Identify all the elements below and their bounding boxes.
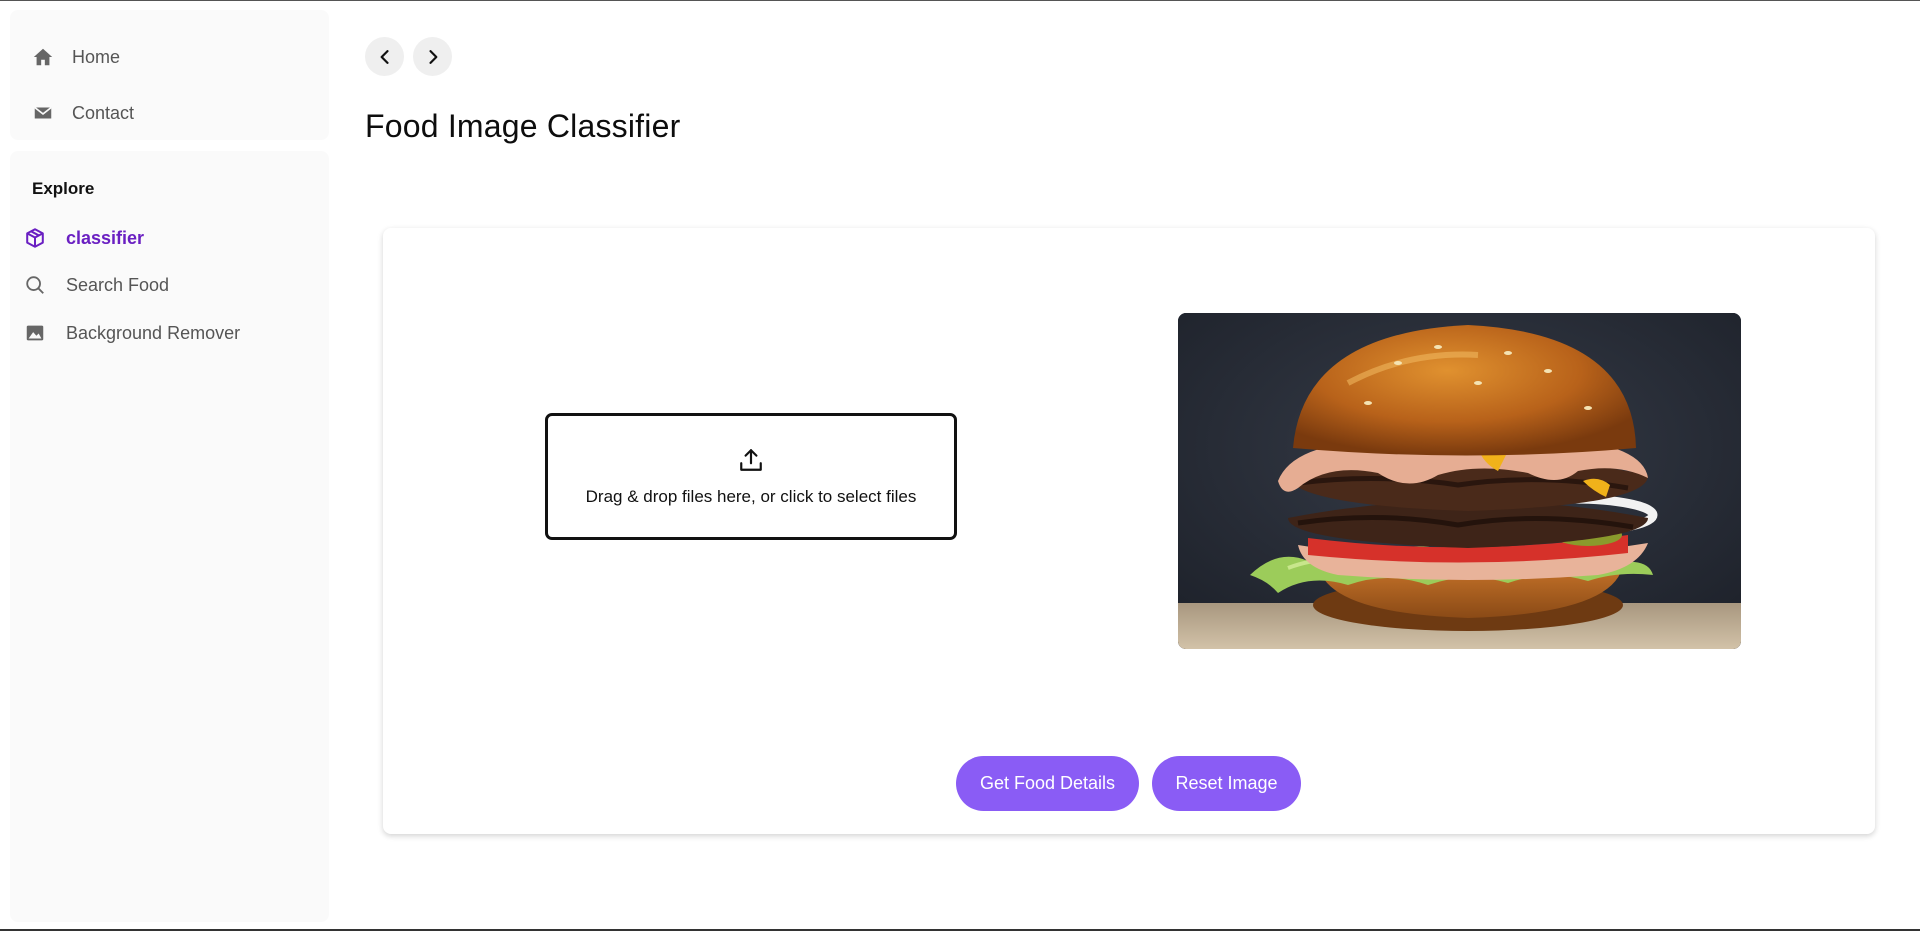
chevron-right-icon (423, 47, 443, 67)
cube-icon (24, 227, 46, 249)
sidebar-item-label: Contact (72, 102, 135, 123)
sidebar-item-label: Background Remover (66, 322, 241, 343)
sidebar-top-panel: Home Contact (10, 10, 329, 140)
forward-button[interactable] (413, 37, 452, 76)
page-title: Food Image Classifier (365, 108, 681, 144)
classifier-card: Drag & drop files here, or click to sele… (383, 228, 1875, 834)
file-dropzone[interactable]: Drag & drop files here, or click to sele… (545, 413, 957, 540)
sidebar-item-background-remover[interactable]: Background Remover (24, 313, 324, 353)
sidebar-explore-panel: Explore classifier Search Food Backgroun… (10, 151, 329, 922)
search-icon (24, 274, 46, 296)
sidebar-item-label: classifier (66, 227, 145, 248)
back-button[interactable] (365, 37, 404, 76)
dropzone-text: Drag & drop files here, or click to sele… (585, 486, 917, 506)
mail-icon (32, 102, 54, 124)
food-image-preview (1178, 313, 1741, 649)
sidebar-item-contact[interactable]: Contact (10, 93, 329, 133)
home-icon (32, 46, 54, 68)
explore-heading: Explore (32, 179, 95, 198)
image-icon (24, 322, 46, 344)
reset-image-button[interactable]: Reset Image (1152, 756, 1301, 811)
get-food-details-button[interactable]: Get Food Details (956, 756, 1139, 811)
upload-icon (738, 447, 764, 473)
sidebar-item-home[interactable]: Home (10, 37, 329, 77)
chevron-left-icon (375, 47, 395, 67)
sidebar-item-label: Home (72, 46, 121, 67)
sidebar-item-label: Search Food (66, 274, 170, 295)
sidebar-item-search-food[interactable]: Search Food (24, 265, 324, 305)
burger-photo (1178, 313, 1741, 649)
sidebar-item-classifier[interactable]: classifier (24, 218, 324, 258)
window-top-border (0, 0, 1920, 1)
